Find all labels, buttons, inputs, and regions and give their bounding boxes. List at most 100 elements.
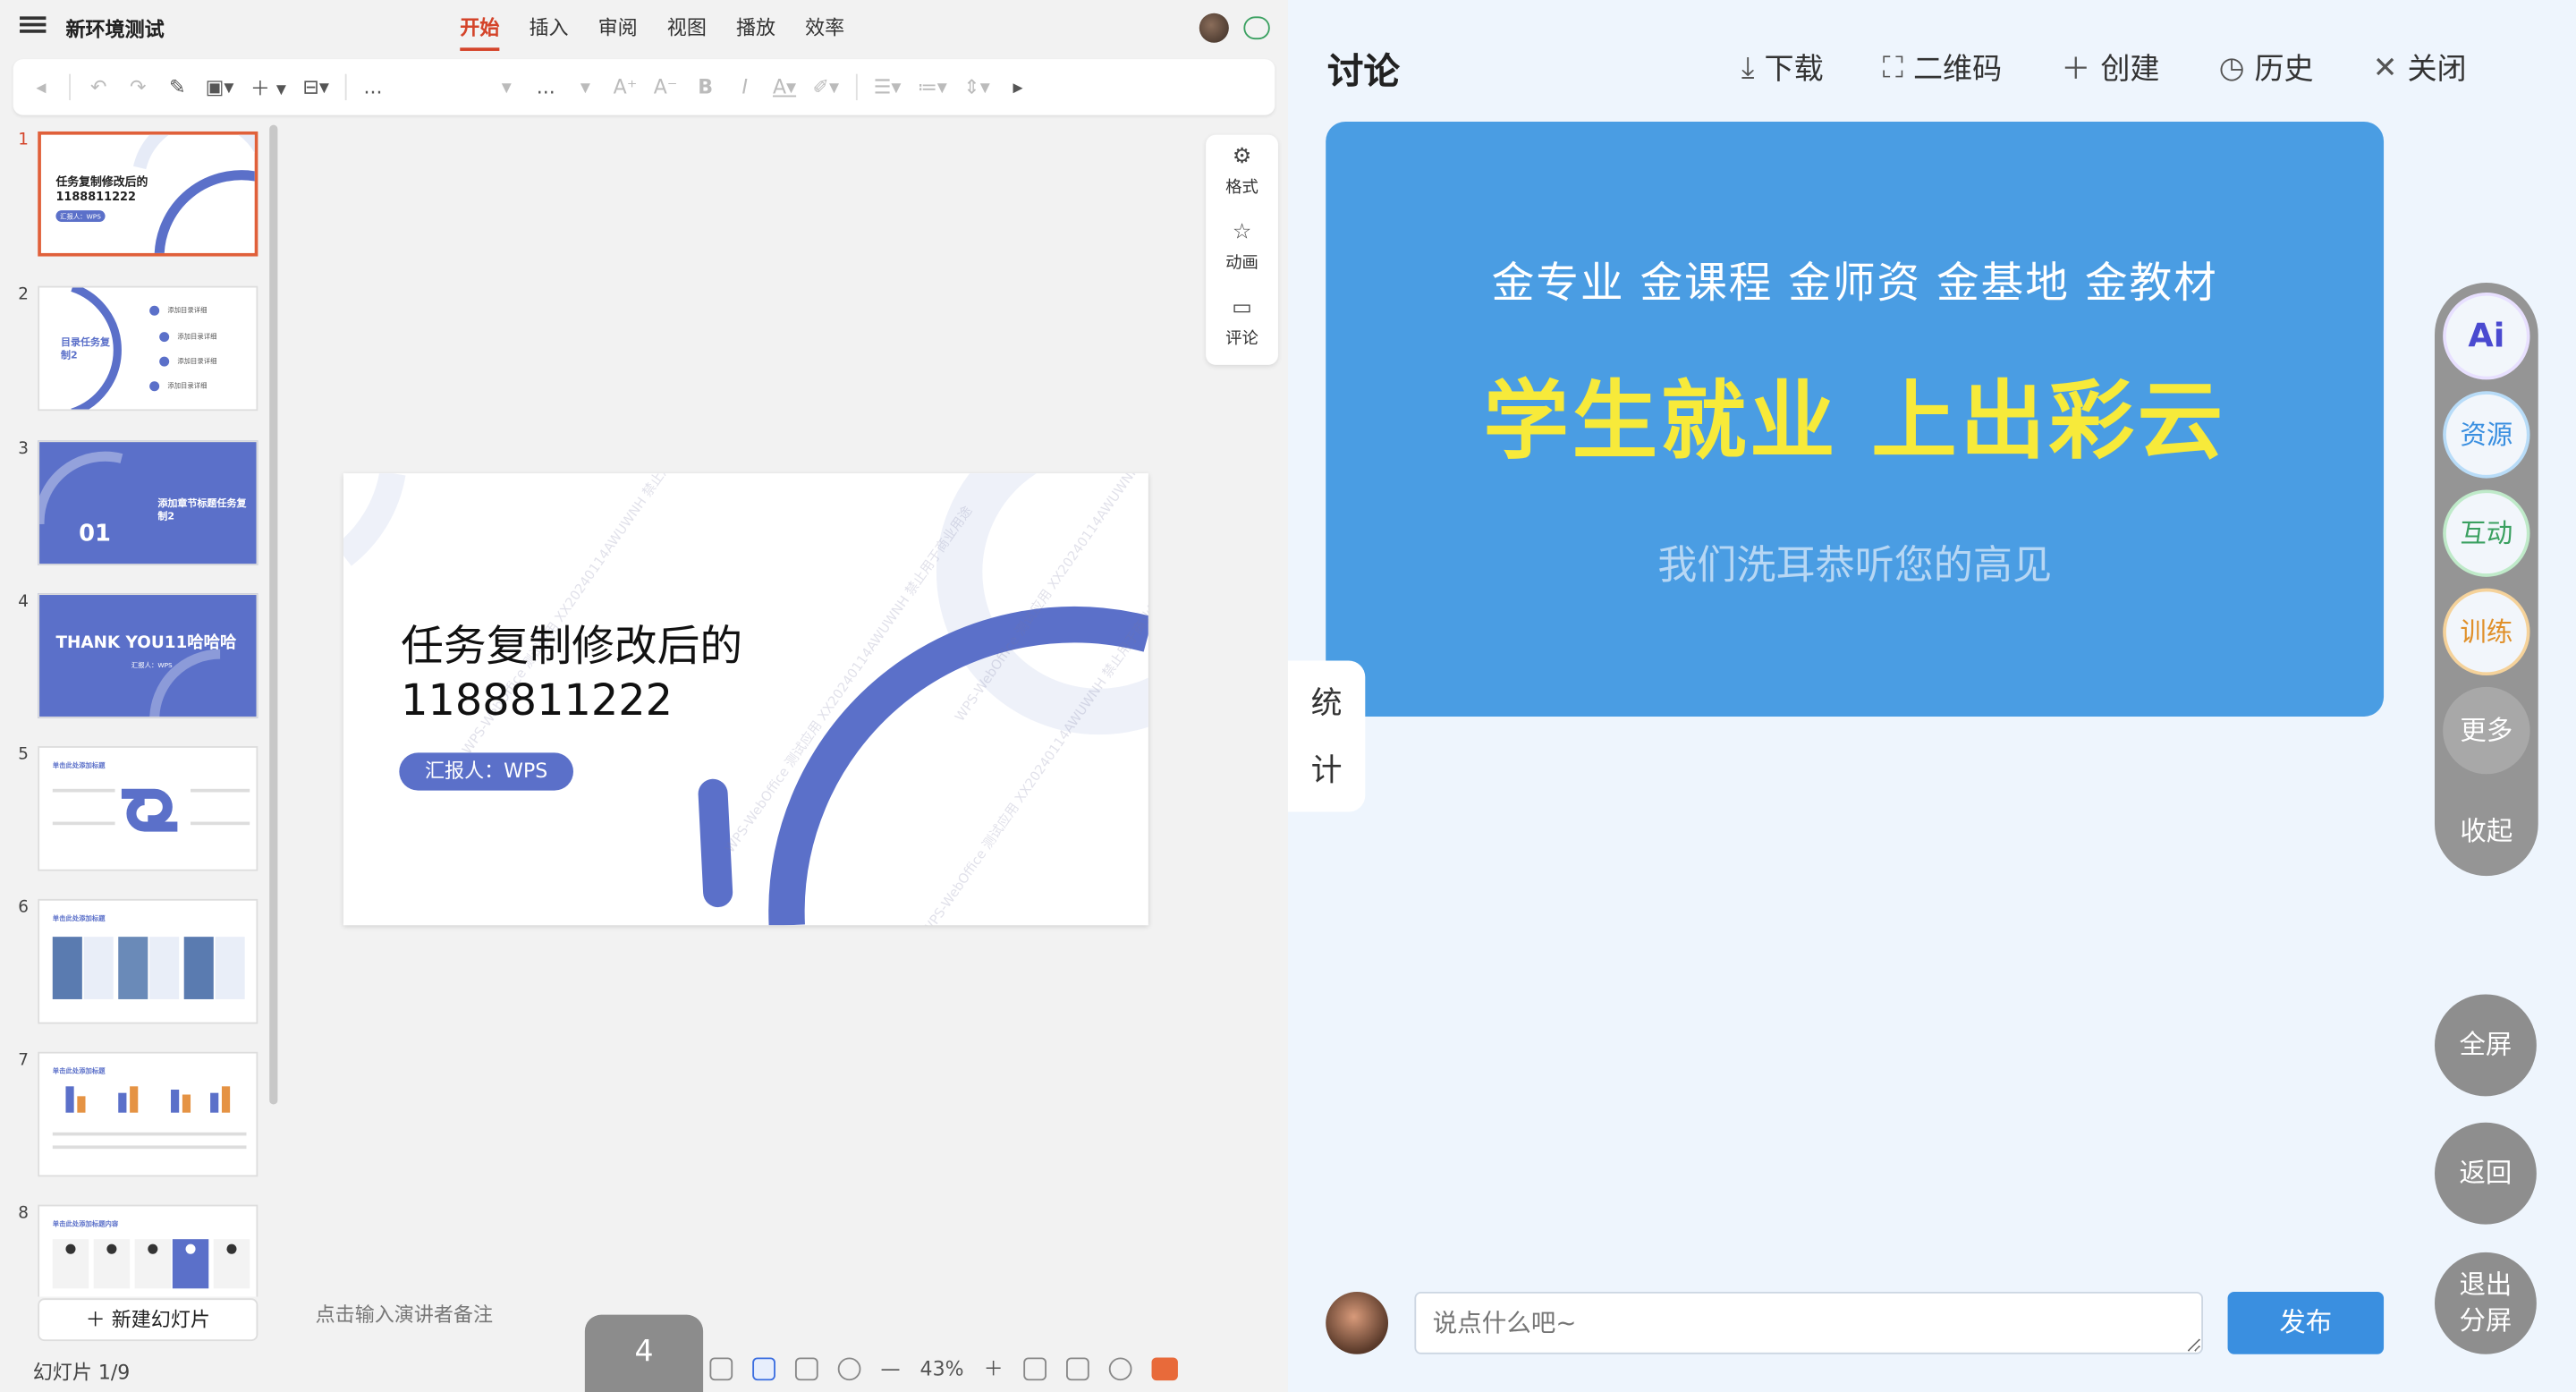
slide-thumbnail-list[interactable]: 1 任务复制修改后的 1188811222 汇报人：WPS 2 目录任务复制2 xyxy=(0,122,283,1297)
thumbnail-number: 6 xyxy=(18,898,29,918)
exit-split-screen-button[interactable]: 退出 分屏 xyxy=(2434,1252,2537,1354)
comment-tool[interactable]: ▭ 评论 xyxy=(1206,296,1278,349)
animation-tool[interactable]: ☆ 动画 xyxy=(1206,220,1278,273)
reporter-pill[interactable]: 汇报人：WPS xyxy=(399,752,574,791)
zoom-out-icon[interactable]: — xyxy=(880,1357,900,1380)
align-icon[interactable]: ☰▾ xyxy=(874,76,902,99)
more-button[interactable]: 更多 xyxy=(2443,686,2530,775)
bold-icon[interactable]: B xyxy=(694,76,717,99)
chevron-down-icon[interactable]: ▾ xyxy=(574,76,597,99)
format-painter-icon[interactable]: ✎ xyxy=(166,76,190,99)
cloud-sync-icon[interactable] xyxy=(1243,16,1270,40)
page-number-badge[interactable]: 4 xyxy=(584,1314,704,1392)
back-button[interactable]: 返回 xyxy=(2434,1122,2537,1225)
statistics-tab-char: 计 xyxy=(1310,752,1343,789)
line-spacing-icon[interactable]: ⇕▾ xyxy=(963,76,990,99)
add-icon[interactable]: ＋ ▾ xyxy=(250,73,286,101)
resources-button[interactable]: 资源 xyxy=(2443,391,2530,479)
presentation-editor: 新环境测试 开始 插入 审阅 视图 播放 效率 ◂ ↶ ↷ ✎ ▣▾ ＋ ▾ ⊟… xyxy=(0,0,1288,1392)
redo-icon[interactable]: ↷ xyxy=(126,76,149,99)
list-icon[interactable]: ≔▾ xyxy=(918,76,947,99)
tab-insert[interactable]: 插入 xyxy=(529,13,568,51)
thumbnail-slide-3[interactable]: 01 添加章节标题任务复制2 xyxy=(38,440,258,565)
close-button[interactable]: ✕ 关闭 xyxy=(2373,46,2467,89)
format-tool[interactable]: ⚙ 格式 xyxy=(1206,145,1278,198)
download-button[interactable]: ⤓ 下载 xyxy=(1741,46,1824,89)
slide-sorter-icon[interactable] xyxy=(752,1356,775,1380)
thumbnail-slide-6[interactable]: 单击此处添加标题 xyxy=(38,898,258,1024)
thumbnail-section-number: 01 xyxy=(79,521,111,547)
highlight-icon[interactable]: ✐▾ xyxy=(812,76,839,99)
training-button[interactable]: 训练 xyxy=(2443,588,2530,676)
font-shrink-icon[interactable]: A⁻ xyxy=(654,76,678,99)
comment-tool-label: 评论 xyxy=(1225,330,1258,349)
create-button[interactable]: ＋创建 xyxy=(2061,46,2159,89)
publish-button[interactable]: 发布 xyxy=(2227,1291,2385,1354)
interaction-button[interactable]: 互动 xyxy=(2443,489,2530,577)
tab-play[interactable]: 播放 xyxy=(736,13,775,51)
textbox-icon[interactable]: ⊟▾ xyxy=(302,76,329,99)
back-icon[interactable]: ◂ xyxy=(30,76,53,99)
statistics-tab-char: 统 xyxy=(1310,685,1343,722)
zoom-in-icon[interactable]: ＋ xyxy=(984,1354,1004,1382)
user-avatar[interactable] xyxy=(1199,13,1229,43)
comment-input[interactable] xyxy=(1414,1291,2204,1354)
zoom-level[interactable]: 43% xyxy=(920,1357,964,1380)
tab-review[interactable]: 审阅 xyxy=(598,13,638,51)
hamburger-menu-icon[interactable] xyxy=(20,13,47,39)
qrcode-button[interactable]: ⛶ 二维码 xyxy=(1883,46,2002,89)
more-icon[interactable]: ▸ xyxy=(1006,76,1030,99)
thumbnail-scrollbar[interactable] xyxy=(269,124,278,1105)
thumbnail-decoration xyxy=(149,649,221,717)
thumbnail-slide-2[interactable]: 目录任务复制2 添加目录详细 添加目录详细 添加目录详细 添加目录详细 xyxy=(38,285,258,412)
tab-home[interactable]: 开始 xyxy=(460,13,500,51)
ribbon-tabs: 开始 插入 审阅 视图 播放 效率 xyxy=(460,13,844,51)
slide-canvas[interactable]: WPS-WebOffice 测试应用 XX20240114AWUWNH 禁止用于… xyxy=(343,473,1148,926)
tab-efficiency[interactable]: 效率 xyxy=(805,13,844,51)
assistant-icon[interactable] xyxy=(1108,1356,1131,1380)
chevron-down-icon[interactable]: ▾ xyxy=(495,76,518,99)
thumbnail-slide-4[interactable]: THANK YOU11哈哈哈 汇报人：WPS xyxy=(38,593,258,718)
font-size-select[interactable]: ... xyxy=(534,76,557,99)
history-label: 历史 xyxy=(2254,52,2314,88)
statistics-tab[interactable]: 统 计 xyxy=(1287,660,1366,812)
speaker-notes-placeholder[interactable]: 点击输入演讲者备注 xyxy=(316,1300,493,1328)
collapse-button[interactable]: 收起 xyxy=(2435,809,2538,848)
font-color-icon[interactable]: A▾ xyxy=(773,76,796,99)
normal-view-icon[interactable] xyxy=(709,1356,733,1380)
thumbnail-number: 8 xyxy=(18,1204,29,1223)
undo-icon[interactable]: ↶ xyxy=(87,76,110,99)
slide-title-line: 1188811222 xyxy=(401,676,673,726)
create-label: 创建 xyxy=(2100,52,2160,88)
font-name-select[interactable]: ... xyxy=(363,76,479,99)
slide-title-line: 任务复制修改后的 xyxy=(401,623,743,673)
play-slideshow-icon[interactable] xyxy=(1150,1356,1178,1380)
font-enlarge-icon[interactable]: A⁺ xyxy=(614,76,638,99)
history-button[interactable]: ◷ 历史 xyxy=(2219,46,2314,89)
reading-view-icon[interactable] xyxy=(794,1356,818,1380)
web-view-icon[interactable] xyxy=(837,1356,861,1380)
new-slide-button[interactable]: ＋ 新建幻灯片 xyxy=(38,1298,258,1342)
thumbnail-title: THANK YOU11哈哈哈 xyxy=(55,634,237,653)
formatting-toolbar: ◂ ↶ ↷ ✎ ▣▾ ＋ ▾ ⊟▾ ... ▾ ... ▾ A⁺ A⁻ B I … xyxy=(13,59,1275,115)
thumbnail-title: 目录任务复制2 xyxy=(60,336,111,362)
slide-layout-icon[interactable]: ▣▾ xyxy=(206,76,234,99)
ai-button[interactable]: Ai xyxy=(2443,293,2530,380)
thumbnail-slide-1[interactable]: 任务复制修改后的 1188811222 汇报人：WPS xyxy=(38,131,258,257)
fullscreen-button[interactable]: 全屏 xyxy=(2434,994,2537,1097)
italic-icon[interactable]: I xyxy=(733,76,757,99)
close-label: 关闭 xyxy=(2407,52,2467,88)
comment-icon: ▭ xyxy=(1232,295,1252,321)
fit-screen-icon[interactable] xyxy=(1022,1356,1046,1380)
thumbnail-decoration xyxy=(52,788,250,832)
thumbnail-slide-7[interactable]: 单击此处添加标题 xyxy=(38,1051,258,1177)
slide-title[interactable]: 任务复制修改后的 1188811222 xyxy=(401,621,860,729)
tab-view[interactable]: 视图 xyxy=(667,13,707,51)
fullscreen-icon[interactable] xyxy=(1065,1356,1089,1380)
thumbnail-slide-5[interactable]: 单击此处添加标题 xyxy=(38,746,258,871)
thumbnail-number: 7 xyxy=(18,1051,29,1070)
panel-actions: ⤓ 下载 ⛶ 二维码 ＋创建 ◷ 历史 ✕ 关闭 xyxy=(1741,46,2467,89)
banner-subtitle: 我们洗耳恭听您的高见 xyxy=(1657,542,2053,589)
view-controls: — 43% ＋ xyxy=(709,1354,1178,1382)
thumbnail-slide-8[interactable]: 单击此处添加标题内容 xyxy=(38,1204,258,1297)
